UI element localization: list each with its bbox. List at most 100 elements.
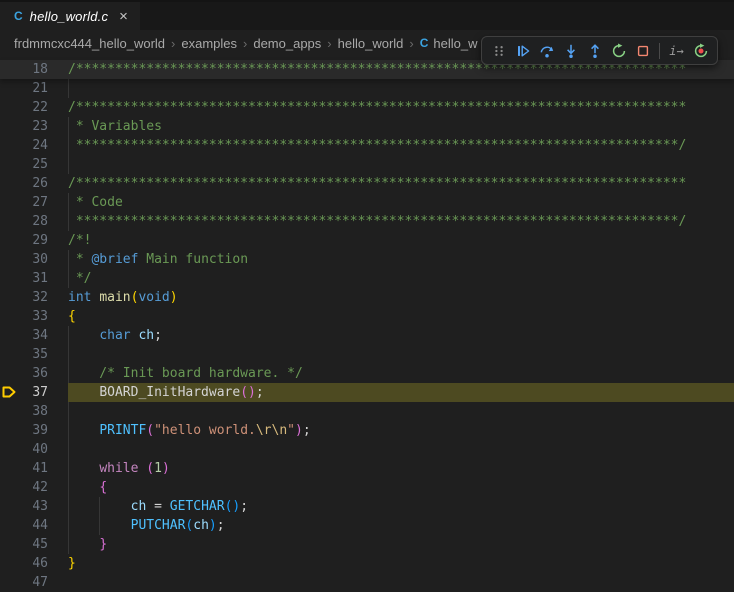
code-text[interactable]: */	[68, 269, 734, 288]
code-line[interactable]: 42 {	[0, 478, 734, 497]
debug-reset-button[interactable]	[689, 39, 712, 62]
code-line[interactable]: 27 * Code	[0, 193, 734, 212]
code-line[interactable]: 41 while (1)	[0, 459, 734, 478]
gutter-glyph-margin[interactable]	[0, 269, 18, 288]
gutter-glyph-margin[interactable]	[0, 573, 18, 592]
gutter-glyph-margin[interactable]	[0, 383, 18, 402]
token-kw: char	[99, 328, 130, 343]
gutter-glyph-margin[interactable]	[0, 136, 18, 155]
code-line[interactable]: 34 char ch;	[0, 326, 734, 345]
code-line[interactable]: 24 *************************************…	[0, 136, 734, 155]
code-text[interactable]: /*!	[68, 231, 734, 250]
code-text[interactable]: * Variables	[68, 117, 734, 136]
tab-hello-world-c[interactable]: C hello_world.c ×	[0, 2, 140, 30]
gutter-glyph-margin[interactable]	[0, 364, 18, 383]
gutter-glyph-margin[interactable]	[0, 535, 18, 554]
gutter-glyph-margin[interactable]	[0, 174, 18, 193]
code-text[interactable]	[68, 79, 734, 98]
code-line[interactable]: 38	[0, 402, 734, 421]
gutter-glyph-margin[interactable]	[0, 193, 18, 212]
toolbar-drag-handle[interactable]	[487, 39, 510, 62]
code-text[interactable]: ch = GETCHAR();	[68, 497, 734, 516]
debug-stop-button[interactable]	[631, 39, 654, 62]
gutter-glyph-margin[interactable]	[0, 117, 18, 136]
code-line[interactable]: 36 /* Init board hardware. */	[0, 364, 734, 383]
code-text[interactable]: {	[68, 478, 734, 497]
gutter-glyph-margin[interactable]	[0, 326, 18, 345]
code-line[interactable]: 21	[0, 79, 734, 98]
code-line[interactable]: 40	[0, 440, 734, 459]
code-text[interactable]: * Code	[68, 193, 734, 212]
code-line[interactable]: 26/*************************************…	[0, 174, 734, 193]
gutter-glyph-margin[interactable]	[0, 307, 18, 326]
gutter-glyph-margin[interactable]	[0, 402, 18, 421]
code-line[interactable]: 45 }	[0, 535, 734, 554]
breadcrumb-item[interactable]: frdmmcxc444_hello_world	[14, 36, 165, 51]
gutter-glyph-margin[interactable]	[0, 288, 18, 307]
breadcrumb-item[interactable]: demo_apps	[253, 36, 321, 51]
code-text[interactable]: /***************************************…	[68, 174, 734, 193]
code-line-debug-current[interactable]: 37 BOARD_InitHardware();	[0, 383, 734, 402]
code-text[interactable]: }	[68, 554, 734, 573]
gutter-glyph-margin[interactable]	[0, 440, 18, 459]
code-line[interactable]: 47	[0, 573, 734, 592]
code-line[interactable]: 30 * @brief Main function	[0, 250, 734, 269]
code-text[interactable]	[68, 345, 734, 364]
code-line[interactable]: 39 PRINTF("hello world.\r\n");	[0, 421, 734, 440]
code-text[interactable]: BOARD_InitHardware();	[68, 383, 734, 402]
debug-step-instruction-button[interactable]: i→	[665, 39, 688, 62]
code-text[interactable]: /***************************************…	[68, 98, 734, 117]
debug-step-out-button[interactable]	[583, 39, 606, 62]
code-line[interactable]: 28 *************************************…	[0, 212, 734, 231]
gutter-glyph-margin[interactable]	[0, 79, 18, 98]
debug-restart-button[interactable]	[607, 39, 630, 62]
breadcrumb-item[interactable]: examples	[181, 36, 237, 51]
debug-continue-button[interactable]	[511, 39, 534, 62]
code-text[interactable]: ****************************************…	[68, 212, 734, 231]
code-text[interactable]	[68, 440, 734, 459]
gutter-glyph-margin[interactable]	[0, 345, 18, 364]
code-line[interactable]: 46}	[0, 554, 734, 573]
code-text[interactable]	[68, 402, 734, 421]
gutter-glyph-margin[interactable]	[0, 60, 18, 79]
breadcrumb-item[interactable]: hello_world	[338, 36, 404, 51]
code-line[interactable]: 23 * Variables	[0, 117, 734, 136]
code-text[interactable]: PRINTF("hello world.\r\n");	[68, 421, 734, 440]
debug-step-over-button[interactable]	[535, 39, 558, 62]
gutter-glyph-margin[interactable]	[0, 478, 18, 497]
code-line[interactable]: 44 PUTCHAR(ch);	[0, 516, 734, 535]
code-text[interactable]: char ch;	[68, 326, 734, 345]
gutter-glyph-margin[interactable]	[0, 250, 18, 269]
gutter-glyph-margin[interactable]	[0, 155, 18, 174]
code-text[interactable]: int main(void)	[68, 288, 734, 307]
gutter-glyph-margin[interactable]	[0, 421, 18, 440]
code-text[interactable]: while (1)	[68, 459, 734, 478]
gutter-glyph-margin[interactable]	[0, 554, 18, 573]
breadcrumb-item-file[interactable]: Chello_w	[420, 36, 478, 51]
gutter-glyph-margin[interactable]	[0, 516, 18, 535]
code-text[interactable]: ****************************************…	[68, 136, 734, 155]
code-line[interactable]: 43 ch = GETCHAR();	[0, 497, 734, 516]
code-text[interactable]: * @brief Main function	[68, 250, 734, 269]
close-icon[interactable]: ×	[119, 9, 128, 24]
code-line[interactable]: 32int main(void)	[0, 288, 734, 307]
code-text[interactable]: /* Init board hardware. */	[68, 364, 734, 383]
code-line[interactable]: 31 */	[0, 269, 734, 288]
code-editor[interactable]: 18/*************************************…	[0, 56, 734, 592]
code-text[interactable]: PUTCHAR(ch);	[68, 516, 734, 535]
code-line[interactable]: 22/*************************************…	[0, 98, 734, 117]
code-line[interactable]: 33{	[0, 307, 734, 326]
gutter-glyph-margin[interactable]	[0, 212, 18, 231]
debug-step-into-button[interactable]	[559, 39, 582, 62]
code-line[interactable]: 25	[0, 155, 734, 174]
code-text[interactable]	[68, 573, 734, 592]
code-text[interactable]: }	[68, 535, 734, 554]
code-line[interactable]: 35	[0, 345, 734, 364]
gutter-glyph-margin[interactable]	[0, 231, 18, 250]
code-text[interactable]	[68, 155, 734, 174]
gutter-glyph-margin[interactable]	[0, 98, 18, 117]
code-text[interactable]: {	[68, 307, 734, 326]
gutter-glyph-margin[interactable]	[0, 497, 18, 516]
gutter-glyph-margin[interactable]	[0, 459, 18, 478]
code-line[interactable]: 29/*!	[0, 231, 734, 250]
